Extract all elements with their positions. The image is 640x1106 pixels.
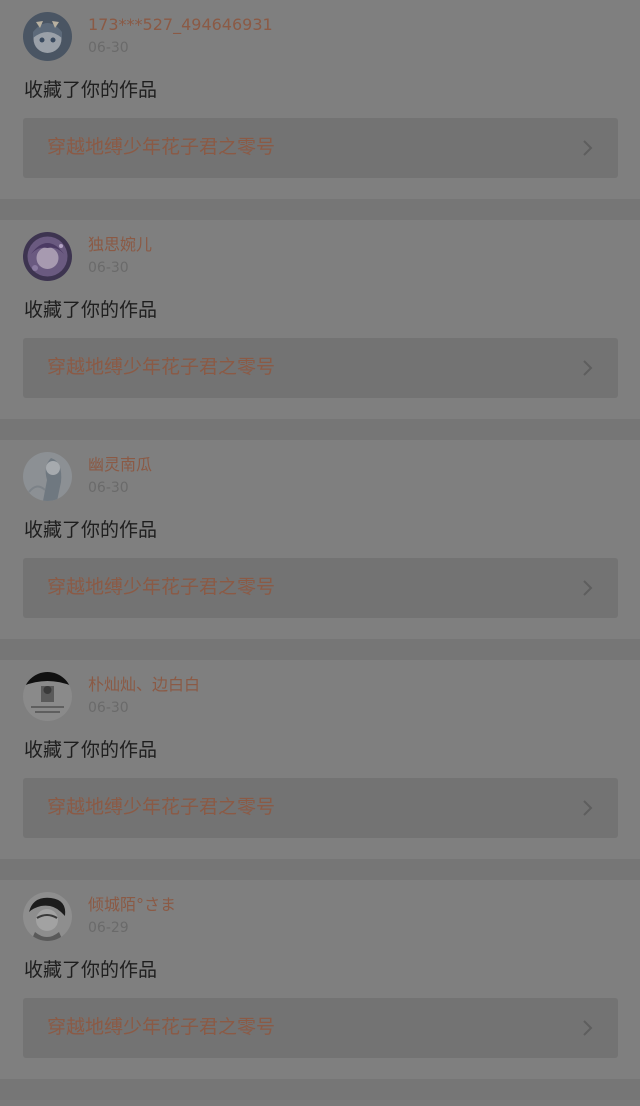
notification-card: 173***527_494646931 06-30 收藏了你的作品 穿越地缚少年…: [0, 0, 640, 199]
avatar[interactable]: [23, 892, 72, 941]
action-text: 收藏了你的作品: [24, 519, 158, 541]
action-text: 收藏了你的作品: [24, 79, 158, 101]
timestamp: 06-30: [88, 480, 129, 496]
divider: [0, 419, 640, 440]
action-text: 收藏了你的作品: [24, 959, 158, 981]
work-title: 穿越地缚少年花子君之零号: [47, 356, 276, 378]
work-title: 穿越地缚少年花子君之零号: [47, 796, 276, 818]
work-title: 穿越地缚少年花子君之零号: [47, 1016, 276, 1038]
chevron-right-icon: [580, 579, 596, 597]
username[interactable]: 173***527_494646931: [88, 14, 273, 36]
divider: [0, 1079, 640, 1100]
sketch-portrait-avatar-icon: [23, 892, 72, 941]
divider: [0, 859, 640, 880]
username[interactable]: 倾城陌°さま: [88, 894, 176, 916]
chevron-right-icon: [580, 359, 596, 377]
notification-card: 幽灵南瓜 06-30 收藏了你的作品 穿越地缚少年花子君之零号: [0, 440, 640, 639]
timestamp: 06-29: [88, 920, 129, 936]
timestamp: 06-30: [88, 700, 129, 716]
divider: [0, 199, 640, 220]
username[interactable]: 朴灿灿、边白白: [88, 674, 200, 696]
chevron-right-icon: [580, 1019, 596, 1037]
work-link[interactable]: 穿越地缚少年花子君之零号: [23, 558, 618, 618]
chevron-right-icon: [580, 799, 596, 817]
work-title: 穿越地缚少年花子君之零号: [47, 576, 276, 598]
chevron-right-icon: [580, 139, 596, 157]
work-link[interactable]: 穿越地缚少年花子君之零号: [23, 118, 618, 178]
work-title: 穿越地缚少年花子君之零号: [47, 136, 276, 158]
work-link[interactable]: 穿越地缚少年花子君之零号: [23, 338, 618, 398]
avatar[interactable]: [23, 452, 72, 501]
work-link[interactable]: 穿越地缚少年花子君之零号: [23, 778, 618, 838]
anime-girl-avatar-icon: [23, 12, 72, 61]
purple-anime-avatar-icon: [23, 232, 72, 281]
action-text: 收藏了你的作品: [24, 299, 158, 321]
avatar[interactable]: [23, 12, 72, 61]
avatar[interactable]: [23, 232, 72, 281]
timestamp: 06-30: [88, 260, 129, 276]
username[interactable]: 独思婉儿: [88, 234, 152, 256]
avatar[interactable]: [23, 672, 72, 721]
timestamp: 06-30: [88, 40, 129, 56]
notification-card: 倾城陌°さま 06-29 收藏了你的作品 穿越地缚少年花子君之零号: [0, 880, 640, 1079]
notification-card: 独思婉儿 06-30 收藏了你的作品 穿越地缚少年花子君之零号: [0, 220, 640, 419]
text-poster-avatar-icon: [23, 672, 72, 721]
work-link[interactable]: 穿越地缚少年花子君之零号: [23, 998, 618, 1058]
notification-card: 朴灿灿、边白白 06-30 收藏了你的作品 穿越地缚少年花子君之零号: [0, 660, 640, 859]
divider: [0, 639, 640, 660]
username[interactable]: 幽灵南瓜: [88, 454, 152, 476]
action-text: 收藏了你的作品: [24, 739, 158, 761]
pale-figure-avatar-icon: [23, 452, 72, 501]
notification-feed: 173***527_494646931 06-30 收藏了你的作品 穿越地缚少年…: [0, 0, 640, 1100]
